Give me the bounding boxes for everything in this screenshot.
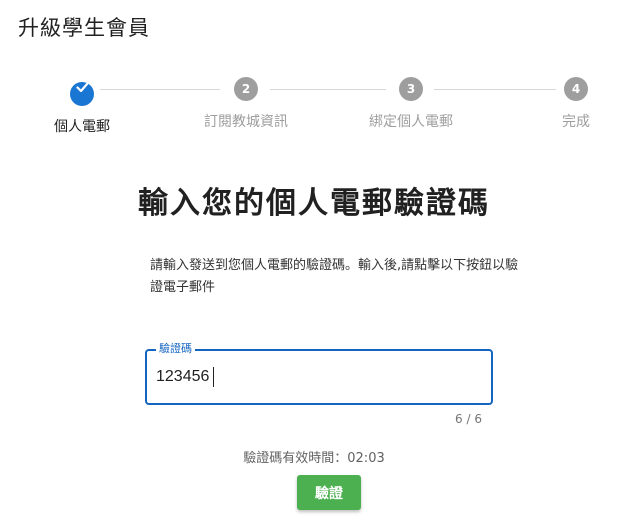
step-label: 綁定個人電郵	[369, 114, 453, 130]
step-3: 3 綁定個人電郵	[331, 76, 491, 131]
section-heading: 輸入您的個人電郵驗證碼	[138, 186, 490, 221]
text-caret	[213, 367, 214, 387]
step-1: 個人電郵	[2, 76, 162, 136]
verification-code-label: 驗證碼	[156, 342, 195, 356]
code-expiry-timer: 驗證碼有效時間：02:03	[243, 451, 385, 466]
upgrade-student-page: 升級學生會員 個人電郵 2 訂閱教城資訊 3 綁定個人電郵 4 完成 輸入您的個…	[0, 0, 628, 528]
verification-code-input[interactable]	[156, 365, 476, 389]
step-number: 3	[399, 77, 423, 101]
step-label: 完成	[562, 114, 590, 130]
step-2: 2 訂閱教城資訊	[166, 76, 326, 131]
step-completed-check-icon	[70, 82, 94, 106]
page-title: 升級學生會員	[18, 16, 150, 40]
verification-code-field[interactable]: 驗證碼	[145, 342, 493, 405]
step-label: 訂閱教城資訊	[204, 114, 288, 130]
verify-button[interactable]: 驗證	[297, 475, 361, 510]
step-number: 2	[234, 77, 258, 101]
step-4: 4 完成	[496, 76, 628, 131]
character-counter: 6 / 6	[455, 412, 482, 426]
step-label: 個人電郵	[54, 119, 110, 135]
instructions-text: 請輸入發送到您個人電郵的驗證碼。輸入後,請點擊以下按鈕以驗證電子郵件	[150, 258, 519, 295]
stepper: 個人電郵 2 訂閱教城資訊 3 綁定個人電郵 4 完成	[0, 76, 628, 136]
step-number: 4	[564, 77, 588, 101]
